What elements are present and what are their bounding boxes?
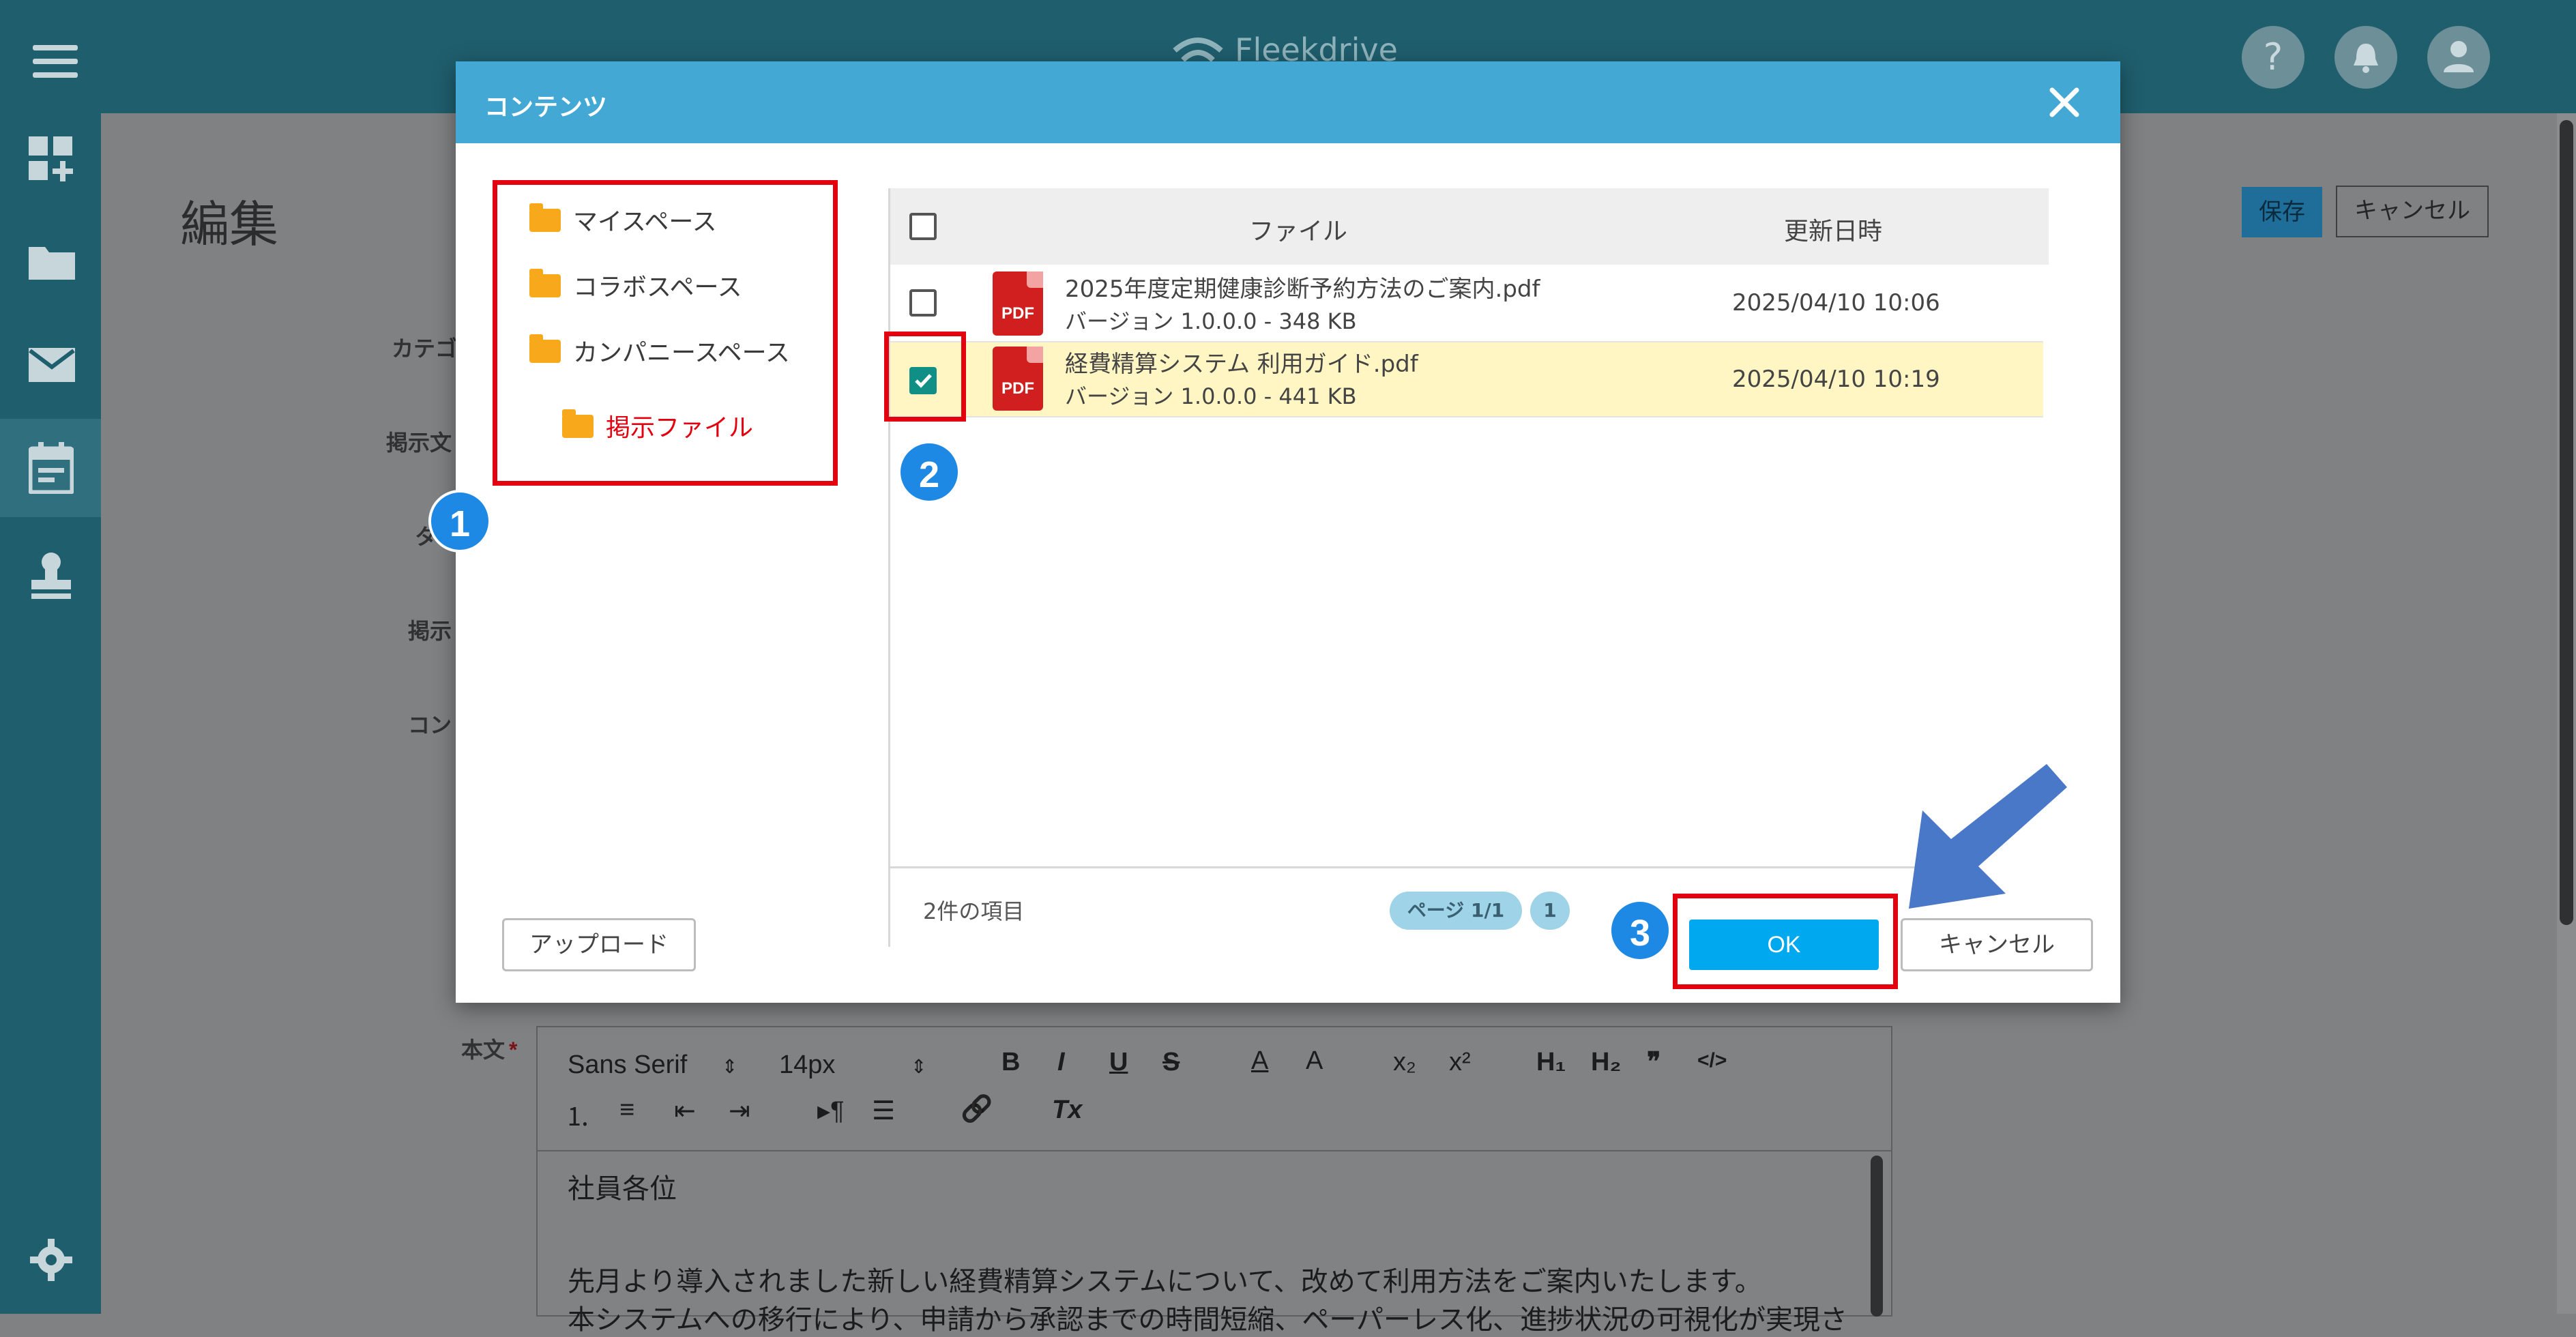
sidebar-item-folder[interactable] [0, 216, 101, 304]
item-count: 2件の項目 [923, 898, 1025, 924]
dialog-header: コンテンツ [456, 61, 2120, 143]
folder-icon [29, 247, 75, 280]
bell-icon [2354, 44, 2378, 73]
close-button[interactable] [2043, 80, 2086, 124]
bold-button[interactable]: B [1001, 1048, 1020, 1077]
font-color-button[interactable]: A [1251, 1046, 1268, 1076]
bullet-list-button[interactable]: ≡ [619, 1096, 634, 1125]
column-header-updated[interactable]: 更新日時 [1784, 211, 1882, 247]
row-checkbox[interactable] [909, 289, 937, 317]
sidebar-item-mail[interactable] [0, 318, 101, 407]
pdf-file-icon: PDF [993, 271, 1043, 336]
gear-icon [30, 1239, 72, 1281]
file-updated-date: 2025/04/10 10:06 [1732, 289, 1940, 317]
sidebar-item-calendar[interactable] [0, 419, 101, 517]
italic-button[interactable]: I [1057, 1048, 1065, 1077]
dashboard-add-icon [29, 136, 73, 181]
step-badge-2: 2 [898, 441, 961, 503]
page-number-button[interactable]: 1 [1530, 892, 1570, 930]
file-row[interactable]: PDF 2025年度定期健康診断予約方法のご案内.pdf バージョン 1.0.0… [890, 265, 2043, 342]
highlight-ok-button [1673, 894, 1898, 989]
sidebar [0, 113, 101, 1314]
editor-line: 先月より導入されました新しい経費精算システムについて、改めて利用方法をご案内いた… [568, 1266, 1762, 1297]
sidebar-item-dashboard[interactable] [0, 113, 101, 202]
select-arrows-icon: ⇕ [721, 1056, 738, 1077]
mail-icon [29, 348, 75, 382]
file-name: 経費精算システム 利用ガイド.pdf [1065, 351, 1418, 378]
editor-toolbar: Sans Serif ⇕ 14px ⇕ B I U S A A x₂ x² H₁… [538, 1027, 1891, 1151]
editor-line: 社員各位 [568, 1173, 677, 1205]
file-list-panel: ファイル 更新日時 PDF 2025年度定期健康診断予約方法のご案内.pdf バ… [888, 188, 2049, 947]
page-scrollbar[interactable] [2557, 113, 2576, 1314]
pdf-file-icon: PDF [993, 347, 1043, 411]
underline-button[interactable]: U [1109, 1048, 1128, 1077]
h1-button[interactable]: H₁ [1536, 1048, 1566, 1077]
dialog-cancel-button[interactable]: キャンセル [1901, 918, 2093, 971]
file-table-header: ファイル 更新日時 [890, 188, 2049, 265]
code-button[interactable]: </> [1697, 1049, 1727, 1072]
font-select[interactable]: Sans Serif ⇕ [568, 1050, 737, 1080]
background-color-button[interactable]: A [1306, 1046, 1323, 1076]
save-button[interactable]: 保存 [2242, 187, 2322, 237]
size-select-value: 14px [779, 1050, 836, 1079]
arrow-pointer-icon [1909, 764, 2067, 909]
editor-body[interactable]: 社員各位 先月より導入されました新しい経費精算システムについて、改めて利用方法を… [538, 1151, 1891, 1336]
indent-button[interactable]: ⇥ [729, 1096, 750, 1126]
page-indicator: ページ 1/1 [1390, 892, 1522, 930]
upload-button[interactable]: アップロード [502, 918, 696, 971]
sidebar-item-settings[interactable] [0, 1218, 101, 1300]
field-label-content: コン [408, 713, 452, 737]
size-select[interactable]: 14px ⇕ [779, 1050, 926, 1080]
dialog-title: コンテンツ [484, 93, 608, 121]
font-select-value: Sans Serif [568, 1050, 688, 1079]
outdent-button[interactable]: ⇤ [674, 1096, 696, 1126]
text-direction-button[interactable]: ▸¶ [817, 1096, 844, 1126]
file-version-size: バージョン 1.0.0.0 - 441 KB [1065, 383, 1357, 409]
rich-text-editor[interactable]: Sans Serif ⇕ 14px ⇕ B I U S A A x₂ x² H₁… [536, 1026, 1892, 1336]
sidebar-item-stamp[interactable] [0, 529, 101, 618]
step-badge-1: 1 [428, 490, 491, 553]
close-icon [2049, 87, 2079, 117]
select-arrows-icon: ⇕ [910, 1056, 927, 1077]
question-icon: ? [2263, 35, 2283, 78]
user-button[interactable] [2427, 26, 2490, 89]
ordered-list-button[interactable]: ⒈ [565, 1096, 591, 1133]
file-version-size: バージョン 1.0.0.0 - 348 KB [1065, 308, 1357, 334]
help-button[interactable]: ? [2242, 26, 2304, 89]
step-badge-3: 3 [1609, 899, 1671, 962]
h2-button[interactable]: H₂ [1591, 1048, 1621, 1077]
notification-button[interactable] [2334, 26, 2397, 89]
superscript-button[interactable]: x² [1449, 1048, 1471, 1077]
field-label-category: カテゴ [392, 336, 458, 361]
required-mark: * [509, 1038, 518, 1062]
stamp-icon [31, 553, 71, 599]
clear-format-button[interactable]: Tx [1052, 1096, 1082, 1125]
subscript-button[interactable]: x₂ [1393, 1048, 1416, 1077]
blockquote-button[interactable]: ❞ [1647, 1046, 1660, 1077]
file-name: 2025年度定期健康診断予約方法のご案内.pdf [1065, 276, 1540, 303]
page-cancel-button[interactable]: キャンセル [2336, 186, 2489, 237]
page-title: 編集 [180, 196, 279, 253]
highlight-checkbox [884, 332, 966, 422]
link-button[interactable]: 🔗 [961, 1094, 993, 1124]
calendar-icon [29, 442, 74, 494]
align-button[interactable]: ☰ [872, 1096, 895, 1126]
field-label-body: 本文 * [461, 1033, 517, 1064]
body-label-text: 本文 [461, 1038, 506, 1062]
select-all-checkbox[interactable] [909, 213, 937, 240]
file-updated-date: 2025/04/10 10:19 [1732, 366, 1940, 393]
editor-scrollbar[interactable] [1867, 1151, 1887, 1317]
menu-icon[interactable] [33, 45, 78, 78]
editor-line: 本システムへの移行により、申請から承認までの時間短縮、ペーパーレス化、進捗状況の… [568, 1304, 1847, 1336]
person-icon [2444, 41, 2474, 72]
column-header-file[interactable]: ファイル [1249, 211, 1347, 247]
strike-button[interactable]: S [1162, 1048, 1180, 1077]
field-label-post-text: 掲示文 [386, 430, 452, 455]
highlight-folder-tree [493, 180, 838, 486]
field-label-post: 掲示 [408, 619, 452, 643]
file-row-selected[interactable]: PDF 経費精算システム 利用ガイド.pdf バージョン 1.0.0.0 - 4… [890, 342, 2043, 417]
